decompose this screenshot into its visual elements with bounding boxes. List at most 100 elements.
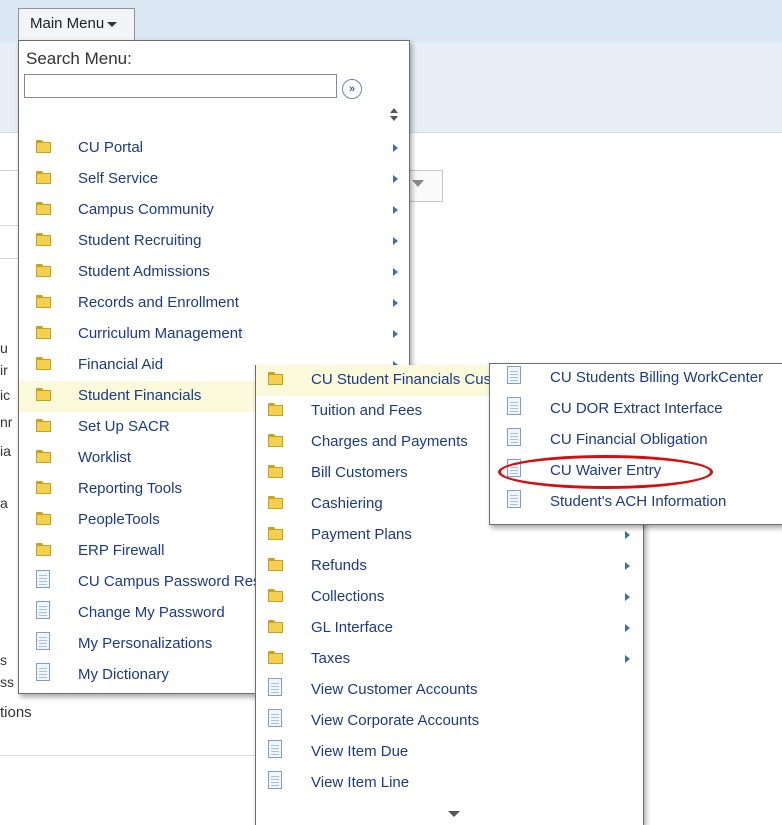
- background-text-fragment: ia: [0, 443, 11, 459]
- annotation-circle: [498, 455, 713, 489]
- menu-item[interactable]: CU Financial Obligation: [490, 425, 782, 456]
- background-text-fragment: ir: [0, 362, 8, 378]
- menu-item[interactable]: Collections: [256, 582, 643, 613]
- folder-icon: [268, 558, 283, 571]
- submenu-arrow-icon: [625, 655, 630, 663]
- page-icon: [36, 663, 50, 681]
- menu-item-label: Cashiering: [311, 495, 383, 512]
- folder-icon: [36, 512, 51, 525]
- submenu-arrow-icon: [393, 237, 398, 245]
- folder-icon: [36, 202, 51, 215]
- page-icon: [268, 740, 282, 758]
- folder-icon: [268, 651, 283, 664]
- menu-item[interactable]: CU Students Billing WorkCenter: [490, 363, 782, 394]
- folder-icon: [36, 481, 51, 494]
- page-icon: [36, 601, 50, 619]
- menu-item[interactable]: GL Interface: [256, 613, 643, 644]
- search-menu-input[interactable]: [24, 74, 337, 98]
- folder-icon: [268, 403, 283, 416]
- page-icon: [36, 632, 50, 650]
- menu-item-label: My Dictionary: [78, 666, 169, 683]
- page-icon: [268, 678, 282, 696]
- folder-icon: [36, 357, 51, 370]
- background-divider: [0, 258, 20, 259]
- page-icon: [36, 570, 50, 588]
- menu-item-label: Records and Enrollment: [78, 294, 239, 311]
- folder-icon: [36, 140, 51, 153]
- background-text-fragment: a: [0, 495, 8, 511]
- menu-item[interactable]: Taxes: [256, 644, 643, 675]
- caret-down-icon: [107, 21, 118, 27]
- submenu-arrow-icon: [625, 593, 630, 601]
- main-menu-button[interactable]: Main Menu: [18, 8, 135, 40]
- menu-item[interactable]: View Corporate Accounts: [256, 706, 643, 737]
- menu-item-label: Student's ACH Information: [550, 493, 727, 510]
- folder-icon: [36, 233, 51, 246]
- menu-item-label: Curriculum Management: [78, 325, 243, 342]
- folder-icon: [36, 543, 51, 556]
- menu-item[interactable]: Self Service: [19, 164, 409, 195]
- menu-item-label: Tuition and Fees: [311, 402, 423, 419]
- background-text-fragment: ss: [0, 674, 14, 690]
- sort-icon[interactable]: [389, 108, 399, 124]
- menu-item-label: Student Recruiting: [78, 232, 202, 249]
- background-divider: [0, 225, 20, 226]
- menu-item-label: Financial Aid: [78, 356, 164, 373]
- page-icon: [507, 366, 521, 384]
- search-go-button[interactable]: »: [342, 79, 362, 99]
- menu-item[interactable]: View Item Due: [256, 737, 643, 768]
- cu-student-financials-submenu: CU Students Billing WorkCenter CU DOR Ext…: [489, 363, 782, 525]
- menu-item[interactable]: View Customer Accounts: [256, 675, 643, 706]
- menu-item-label: View Corporate Accounts: [311, 712, 480, 729]
- page-icon: [507, 397, 521, 415]
- menu-item-label: Taxes: [311, 650, 351, 667]
- menu-item-label: Student Financials: [78, 387, 202, 404]
- menu-item-label: Collections: [311, 588, 385, 605]
- menu-item[interactable]: CU Portal: [19, 133, 409, 164]
- menu-item[interactable]: View Item Line: [256, 768, 643, 799]
- menu-item-label: View Item Due: [311, 743, 409, 760]
- background-text-fragment: nr: [0, 414, 13, 430]
- double-arrow-icon: »: [348, 83, 356, 95]
- folder-icon: [36, 326, 51, 339]
- folder-icon: [36, 264, 51, 277]
- menu-item[interactable]: Student Admissions: [19, 257, 409, 288]
- menu-item-label: Self Service: [78, 170, 159, 187]
- menu-item-label: Charges and Payments: [311, 433, 468, 450]
- menu-item-label: CU DOR Extract Interface: [550, 400, 723, 417]
- folder-icon: [36, 450, 51, 463]
- folder-icon: [268, 434, 283, 447]
- background-text-fragment: s: [0, 652, 7, 668]
- menu-item-label: GL Interface: [311, 619, 393, 636]
- background-text-fragment: u: [0, 340, 8, 356]
- menu-item-label: Student Admissions: [78, 263, 210, 280]
- page-icon: [507, 490, 521, 508]
- folder-icon: [36, 295, 51, 308]
- submenu-arrow-icon: [393, 299, 398, 307]
- menu-item[interactable]: Curriculum Management: [19, 319, 409, 350]
- submenu-arrow-icon: [393, 330, 398, 338]
- folder-icon: [268, 527, 283, 540]
- menu-item[interactable]: Records and Enrollment: [19, 288, 409, 319]
- folder-icon: [268, 465, 283, 478]
- menu-item-label: ERP Firewall: [78, 542, 165, 559]
- menu-item[interactable]: Refunds: [256, 551, 643, 582]
- folder-icon: [268, 589, 283, 602]
- menu-item-label: CU Students Billing WorkCenter: [550, 369, 764, 386]
- folder-icon: [36, 388, 51, 401]
- page-icon: [268, 709, 282, 727]
- menu-item-label: My Personalizations: [78, 635, 213, 652]
- submenu-arrow-icon: [393, 268, 398, 276]
- submenu-arrow-icon: [625, 531, 630, 539]
- menu-item-label: PeopleTools: [78, 511, 160, 528]
- menu-item[interactable]: Student Recruiting: [19, 226, 409, 257]
- menu-item[interactable]: CU DOR Extract Interface: [490, 394, 782, 425]
- submenu-arrow-icon: [393, 175, 398, 183]
- menu-item[interactable]: Student's ACH Information: [490, 487, 782, 518]
- background-link-fragment[interactable]: tions: [0, 704, 32, 721]
- scroll-down-icon[interactable]: [448, 811, 460, 817]
- menu-item-label: Change My Password: [78, 604, 225, 621]
- main-menu-label: Main Menu: [30, 15, 105, 32]
- menu-item[interactable]: Campus Community: [19, 195, 409, 226]
- chevron-down-icon: [412, 180, 424, 187]
